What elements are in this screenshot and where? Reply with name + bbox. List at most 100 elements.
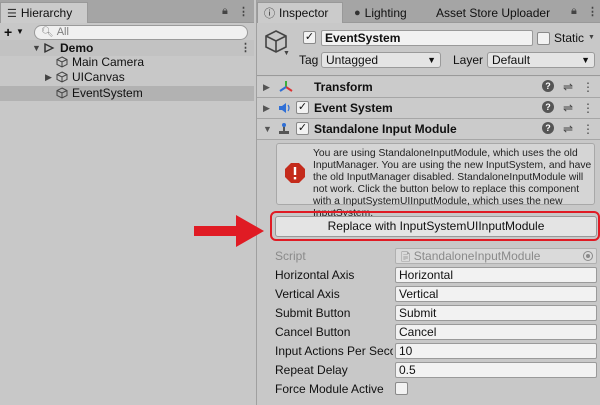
static-dropdown-icon[interactable]: ▼ (588, 34, 595, 41)
property-label: Force Module Active (275, 382, 384, 396)
tab-menu-icon[interactable]: ⋮ (238, 5, 249, 18)
vertical-axis-field[interactable]: Vertical (395, 286, 597, 302)
search-placeholder: All (56, 26, 69, 38)
icon-dropdown-icon[interactable]: ▼ (283, 50, 290, 57)
property-label: Vertical Axis (275, 287, 340, 301)
static-checkbox[interactable] (537, 32, 550, 45)
fold-arrow-icon[interactable]: ▶ (263, 82, 270, 93)
tag-dropdown[interactable]: Untagged ▼ (321, 52, 441, 68)
preset-sliders-icon[interactable]: ⇌ (562, 101, 574, 115)
hierarchy-tabbar: ☰ Hierarchy 🔒︎ ⋮ (0, 0, 254, 23)
unity-scene-icon (44, 42, 55, 54)
layer-dropdown[interactable]: Default ▼ (487, 52, 595, 68)
create-dropdown-icon[interactable]: ▼ (16, 27, 24, 36)
help-icon[interactable]: ? (542, 122, 554, 134)
scene-menu-icon[interactable]: ⋮ (240, 41, 251, 54)
create-plus-icon[interactable]: + (4, 23, 12, 41)
component-standalone-input-module[interactable]: ▼ ✓ Standalone Input Module ? ⇌ ⋮ (257, 119, 600, 140)
input-module-enabled-checkbox[interactable]: ✓ (296, 122, 309, 135)
scene-row[interactable]: ▼ Demo ⋮ (0, 40, 254, 56)
property-script: Script 📄︎ StandaloneInputModule (275, 247, 597, 265)
layer-value: Default (492, 53, 531, 67)
tag-label: Tag (299, 53, 319, 67)
component-header-icons: ? ⇌ ⋮ (542, 101, 594, 115)
input-module-icon (279, 123, 289, 134)
replace-input-module-button[interactable]: Replace with InputSystemUIInputModule (275, 216, 597, 237)
active-checkbox[interactable]: ✓ (303, 31, 316, 44)
property-label: Cancel Button (275, 325, 351, 339)
lock-icon[interactable]: 🔒︎ (571, 5, 577, 18)
component-title: Standalone Input Module (314, 122, 457, 136)
tab-asset-store-uploader[interactable]: Asset Store Uploader (429, 2, 569, 23)
property-cancel-button: Cancel Button Cancel (275, 323, 597, 341)
preset-sliders-icon[interactable]: ⇌ (562, 122, 574, 136)
property-force-module-active: Force Module Active (275, 380, 596, 398)
event-system-icon (279, 103, 290, 113)
hierarchy-item-uicanvas[interactable]: ▶ UICanvas (0, 70, 254, 85)
property-label: Horizontal Axis (275, 268, 355, 282)
horizontal-axis-field[interactable]: Horizontal (395, 267, 597, 283)
property-submit-button: Submit Button Submit (275, 304, 597, 322)
tab-inspector-label: Inspector (279, 6, 329, 20)
transform-icon (279, 81, 293, 92)
hierarchy-item-label: Main Camera (72, 55, 145, 69)
gameobject-cube-icon (56, 56, 68, 68)
help-icon[interactable]: ? (542, 80, 554, 92)
tab-hierarchy-label: Hierarchy (20, 6, 73, 20)
component-transform[interactable]: ▶ Transform ? ⇌ ⋮ (257, 77, 600, 98)
tab-lighting-label: Lighting (364, 6, 407, 20)
hierarchy-toolbar: + ▼ 🔍︎ All (0, 23, 254, 41)
property-label: Script (275, 249, 306, 263)
property-vertical-axis: Vertical Axis Vertical (275, 285, 597, 303)
fold-arrow-icon[interactable]: ▼ (263, 124, 272, 134)
red-arrow-icon (194, 215, 264, 247)
component-event-system[interactable]: ▶ ✓ Event System ? ⇌ ⋮ (257, 98, 600, 119)
bulb-icon: ● (354, 7, 361, 19)
submit-button-field[interactable]: Submit (395, 305, 597, 321)
property-label: Input Actions Per Second (275, 344, 393, 358)
gameobject-name-field[interactable]: EventSystem (321, 30, 533, 46)
component-menu-icon[interactable]: ⋮ (582, 80, 594, 94)
object-picker-icon[interactable] (583, 251, 593, 261)
hierarchy-item-label: UICanvas (72, 70, 125, 84)
gameobject-header: ▼ ✓ EventSystem Static ▼ Tag Untagged ▼ … (257, 23, 600, 76)
component-header-icons: ? ⇌ ⋮ (542, 122, 594, 136)
help-icon[interactable]: ? (542, 101, 554, 113)
event-system-enabled-checkbox[interactable]: ✓ (296, 101, 309, 114)
component-header-icons: ? ⇌ ⋮ (542, 80, 594, 94)
component-menu-icon[interactable]: ⋮ (582, 122, 594, 136)
chevron-down-icon: ▼ (427, 55, 436, 65)
tab-menu-icon[interactable]: ⋮ (587, 5, 598, 18)
script-object-field[interactable]: 📄︎ StandaloneInputModule (395, 248, 597, 264)
hierarchy-item-eventsystem[interactable]: EventSystem (0, 86, 254, 101)
property-label: Submit Button (275, 306, 351, 320)
input-actions-per-second-field[interactable]: 10 (395, 343, 597, 359)
fold-arrow-icon[interactable]: ▶ (263, 103, 270, 114)
component-title: Transform (314, 80, 373, 94)
tab-inspector[interactable]: ⓘ Inspector (257, 2, 343, 23)
scene-name: Demo (60, 41, 94, 55)
hierarchy-item-main-camera[interactable]: Main Camera (0, 55, 254, 70)
inspector-panel: ⓘ Inspector ● Lighting Asset Store Uploa… (256, 0, 600, 405)
hierarchy-search-input[interactable]: 🔍︎ All (34, 25, 248, 40)
force-module-active-checkbox[interactable] (395, 382, 408, 395)
hierarchy-list-icon: ☰ (7, 7, 17, 20)
layer-label: Layer (453, 53, 484, 67)
repeat-delay-field[interactable]: 0.5 (395, 362, 597, 378)
lock-icon[interactable]: 🔒︎ (222, 5, 228, 18)
static-label: Static (554, 31, 585, 45)
component-menu-icon[interactable]: ⋮ (582, 101, 594, 115)
cancel-button-field[interactable]: Cancel (395, 324, 597, 340)
tab-hierarchy[interactable]: ☰ Hierarchy (0, 2, 88, 23)
script-value: StandaloneInputModule (413, 249, 541, 263)
scene-expand-icon[interactable]: ▼ (32, 43, 41, 53)
hierarchy-item-label: EventSystem (72, 86, 143, 100)
expand-arrow-icon[interactable]: ▶ (45, 70, 52, 85)
tab-lighting[interactable]: ● Lighting (347, 2, 427, 23)
gameobject-cube-icon (56, 71, 68, 83)
preset-sliders-icon[interactable]: ⇌ (562, 80, 574, 94)
error-octagon-icon (285, 163, 305, 183)
script-file-icon: 📄︎ (399, 252, 412, 263)
error-help-box: You are using StandaloneInputModule, whi… (276, 143, 595, 219)
gameobject-cube-icon (56, 87, 68, 99)
